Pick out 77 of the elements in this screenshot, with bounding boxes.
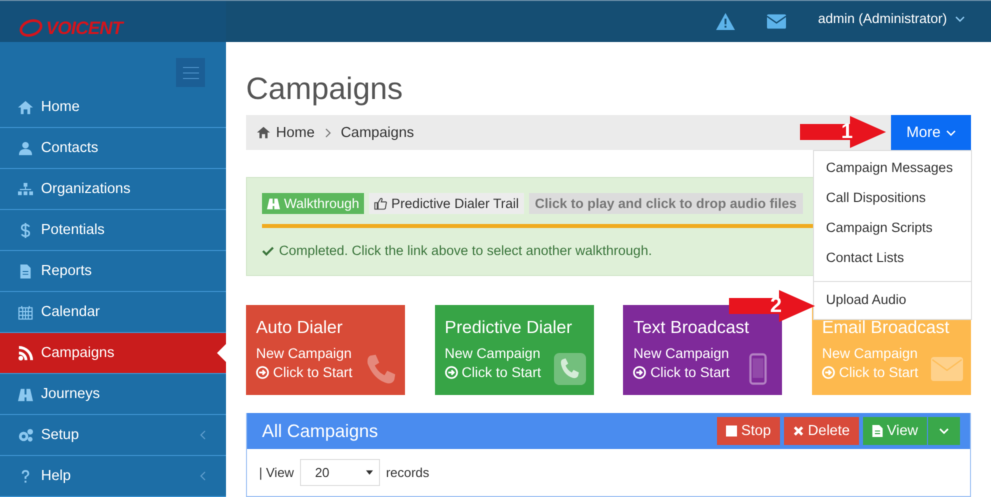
warning-icon[interactable] (716, 13, 735, 30)
delete-button[interactable]: Delete (784, 417, 859, 446)
nav-icon (18, 140, 33, 156)
check-icon (262, 246, 274, 256)
nav-icon (18, 222, 33, 238)
records-label: records (386, 465, 430, 480)
view-button[interactable]: View (862, 417, 927, 446)
callout-arrow: 2 (729, 290, 815, 322)
start-link[interactable]: Click to Start (444, 364, 542, 380)
campaign-card[interactable]: Predictive Dialer New Campaign Click to Start (434, 305, 594, 396)
close-icon (792, 425, 804, 438)
arrow-circle-icon (822, 366, 835, 379)
phone-icon (365, 353, 397, 386)
callout-arrow: 1 (800, 116, 886, 148)
sidebar-item[interactable]: Contacts (0, 128, 226, 169)
card-title: Predictive Dialer (444, 317, 572, 338)
menu-item[interactable]: Campaign Scripts (814, 213, 971, 243)
campaign-card[interactable]: Auto Dialer New Campaign Click to Start (246, 305, 405, 396)
card-subtitle: New Campaign (444, 345, 540, 362)
walkthrough-hint: Click to play and click to drop audio files (528, 193, 803, 214)
card-subtitle: New Campaign (633, 345, 730, 362)
panel-title: All Campaigns (262, 420, 378, 442)
chevron-down-icon (955, 16, 965, 22)
arrow-circle-icon (444, 366, 458, 379)
nav-icon (18, 386, 33, 402)
arrow-circle-icon (633, 366, 646, 379)
nav-icon (18, 182, 33, 196)
menu-item[interactable]: Contact Lists (814, 243, 971, 273)
card-subtitle: New Campaign (256, 345, 352, 362)
more-button[interactable]: More (891, 115, 971, 150)
page-title: Campaigns (246, 70, 404, 108)
mail-icon[interactable] (766, 13, 786, 30)
sidebar-item[interactable]: Campaigns (0, 333, 226, 374)
pointing-hand-icon (374, 197, 388, 210)
menu-item[interactable]: Campaign Messages (814, 153, 971, 183)
sidebar-item[interactable]: Organizations (0, 169, 226, 210)
breadcrumb-link[interactable]: Home (276, 124, 315, 141)
page-size-select[interactable]: 20 (300, 459, 380, 486)
caret-icon (939, 428, 949, 434)
trail-link[interactable]: Predictive Dialer Trail (369, 193, 524, 214)
nav-icon (18, 264, 33, 278)
sidebar-item[interactable]: Journeys (0, 374, 226, 415)
menu-toggle-button[interactable] (176, 58, 205, 87)
start-link[interactable]: Click to Start (256, 364, 352, 380)
menu-icon (182, 66, 198, 78)
card-subtitle: New Campaign (822, 345, 918, 362)
logo-text: VOICENT (46, 18, 123, 39)
nav-icon (18, 304, 33, 320)
stop-button[interactable]: Stop (717, 417, 780, 446)
sidebar-item[interactable]: Home (0, 87, 226, 128)
chevron-right-icon (324, 128, 331, 138)
document-icon (872, 425, 883, 438)
chevron-down-icon (946, 130, 956, 136)
sidebar-item[interactable]: Help (0, 456, 226, 497)
nav-icon (18, 428, 33, 442)
phone-square-icon (554, 353, 586, 386)
completion-message: Completed. Click the link above to select another walkthrough. (279, 243, 652, 258)
logo-swoosh-icon (18, 16, 44, 38)
road-icon (267, 197, 280, 210)
card-title: Auto Dialer (256, 317, 343, 338)
sidebar-item[interactable]: Setup (0, 415, 226, 456)
dropdown-arrow-icon (366, 470, 373, 476)
stop-icon (726, 425, 738, 438)
sidebar-item[interactable]: Reports (0, 251, 226, 292)
nav-icon (18, 100, 33, 114)
active-pointer-icon (217, 344, 226, 362)
arrow-circle-icon (256, 366, 269, 379)
menu-item[interactable]: Call Dispositions (814, 183, 971, 213)
sidebar-item[interactable]: Potentials (0, 210, 226, 251)
user-menu[interactable]: admin (Administrator) (818, 11, 965, 26)
view-label: | View (259, 465, 294, 480)
card-title: Email Broadcast (822, 317, 950, 338)
start-link[interactable]: Click to Start (633, 364, 730, 380)
home-icon (257, 126, 270, 140)
view-dropdown-button[interactable] (928, 417, 960, 446)
nav-icon (18, 346, 33, 360)
breadcrumb-link[interactable]: Campaigns (340, 124, 414, 141)
